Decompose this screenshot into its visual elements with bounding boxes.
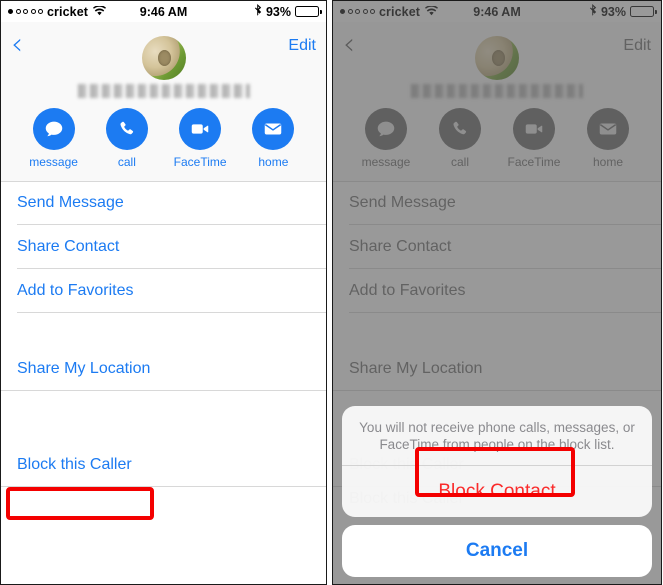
contact-options-list: Send Message Share Contact Add to Favori… bbox=[1, 181, 326, 487]
action-sheet-group: You will not receive phone calls, messag… bbox=[342, 406, 652, 517]
block-contact-button[interactable]: Block Contact bbox=[342, 466, 652, 517]
action-sheet-message: You will not receive phone calls, messag… bbox=[342, 406, 652, 466]
comparison-stage: cricket 9:46 AM 93% ‹ Edit message call … bbox=[0, 0, 663, 585]
status-bar-right: 93% bbox=[254, 3, 322, 20]
quick-action-message[interactable]: message bbox=[23, 108, 85, 169]
battery-percent-label: 93% bbox=[265, 4, 291, 19]
list-item-share-contact[interactable]: Share Contact bbox=[1, 225, 326, 269]
list-spacer bbox=[1, 313, 326, 347]
quick-actions-row: message call FaceTime bbox=[1, 108, 326, 169]
contact-header: message call FaceTime bbox=[1, 70, 326, 181]
status-bar: cricket 9:46 AM 93% bbox=[1, 1, 326, 22]
list-item-share-my-location[interactable]: Share My Location bbox=[1, 347, 326, 391]
bluetooth-icon bbox=[254, 3, 262, 20]
list-spacer-2 bbox=[1, 391, 326, 443]
list-item-block-this-caller[interactable]: Block this Caller bbox=[1, 443, 326, 487]
signal-strength-icon bbox=[8, 9, 43, 14]
back-button[interactable]: ‹ bbox=[11, 29, 23, 60]
quick-action-label: FaceTime bbox=[173, 155, 227, 169]
status-bar-left: cricket bbox=[8, 4, 107, 19]
wifi-icon bbox=[93, 4, 107, 19]
video-camera-icon bbox=[179, 108, 222, 150]
navigation-bar: ‹ Edit bbox=[1, 22, 326, 80]
quick-action-home-mail[interactable]: home bbox=[242, 108, 304, 169]
block-contact-action-sheet: You will not receive phone calls, messag… bbox=[342, 406, 652, 577]
edit-button[interactable]: Edit bbox=[288, 37, 316, 55]
envelope-icon bbox=[252, 108, 295, 150]
carrier-label: cricket bbox=[47, 4, 89, 19]
highlight-block-this-caller bbox=[6, 487, 154, 520]
battery-icon bbox=[295, 6, 322, 17]
quick-action-facetime[interactable]: FaceTime bbox=[169, 108, 231, 169]
quick-action-label: home bbox=[258, 155, 289, 169]
quick-action-label: call bbox=[117, 155, 136, 169]
phone-icon bbox=[105, 108, 148, 150]
list-item-add-to-favorites[interactable]: Add to Favorites bbox=[1, 269, 326, 313]
avatar[interactable] bbox=[141, 36, 186, 80]
screen-right: cricket 9:46 AM 93% ‹ Edit bbox=[333, 1, 661, 584]
list-item-send-message[interactable]: Send Message bbox=[1, 181, 326, 225]
phone-screen-block-confirmation: cricket 9:46 AM 93% ‹ Edit bbox=[332, 0, 662, 585]
screen-left: cricket 9:46 AM 93% ‹ Edit message call … bbox=[1, 1, 326, 584]
quick-action-label: message bbox=[29, 155, 78, 169]
cancel-button[interactable]: Cancel bbox=[342, 525, 652, 577]
quick-action-call[interactable]: call bbox=[96, 108, 158, 169]
phone-screen-contact-detail: cricket 9:46 AM 93% ‹ Edit message call … bbox=[0, 0, 327, 585]
contact-name bbox=[77, 84, 250, 98]
message-bubble-icon bbox=[32, 108, 75, 150]
